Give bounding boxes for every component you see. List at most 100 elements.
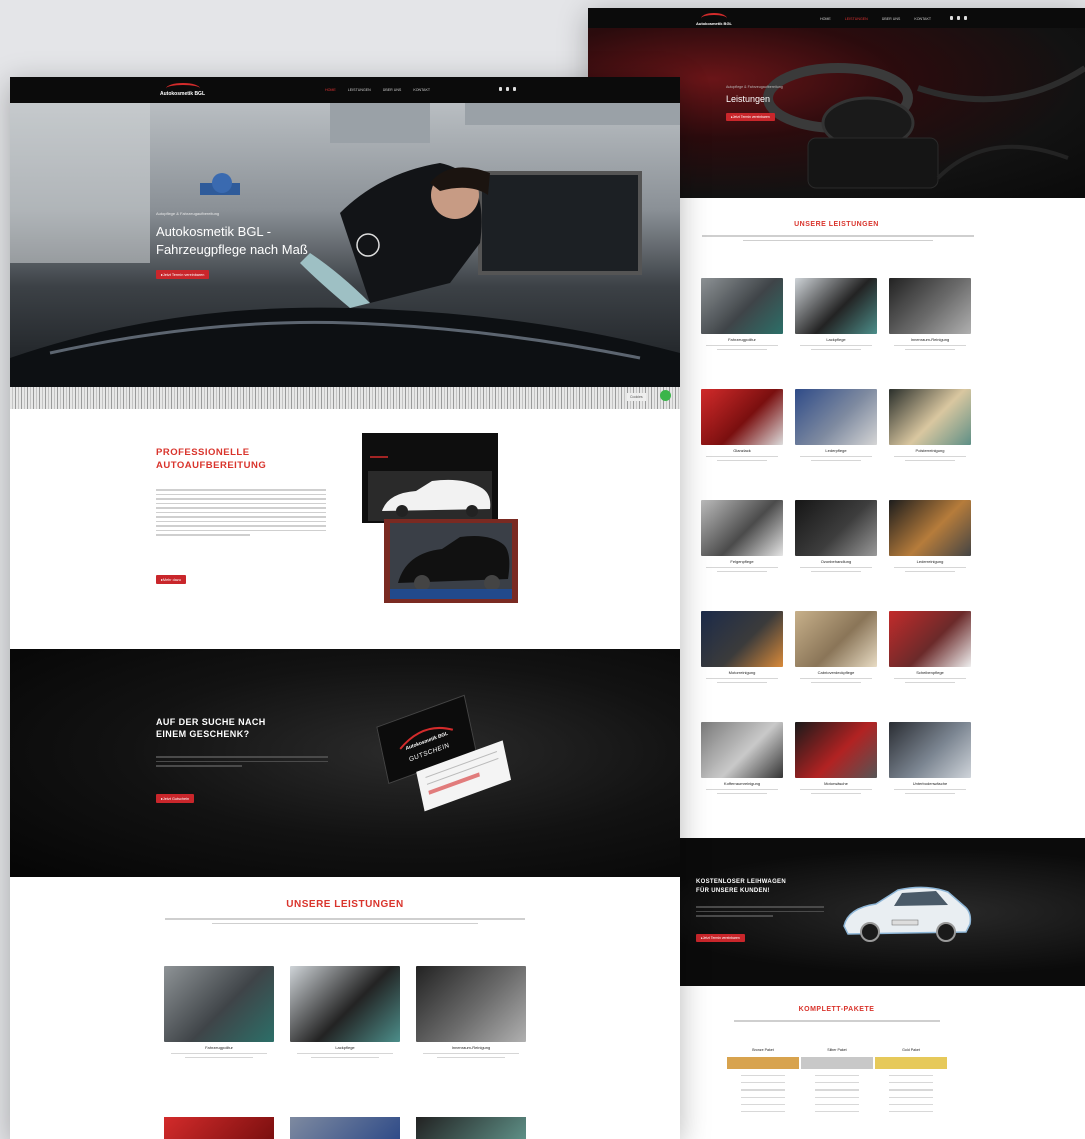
service-card[interactable]: Cabrioverdeckpflege (795, 611, 877, 683)
service-card-photo (701, 611, 783, 667)
front-logo[interactable]: Autokosmetik BGL (160, 83, 205, 97)
service-card[interactable]: Glanzlack (701, 389, 783, 461)
service-card-photo (701, 722, 783, 778)
back-logo[interactable]: Autokosmetik BGL (696, 13, 732, 26)
service-card[interactable]: Lederpflege (795, 389, 877, 461)
phone-icon[interactable] (513, 87, 516, 91)
hero-workshop-illustration (10, 103, 680, 409)
service-card-photo (889, 278, 971, 334)
loaner-button[interactable]: Jetzt Termin vereinbaren (696, 934, 745, 942)
front-nav-leistungen[interactable]: Leistungen (348, 88, 371, 92)
service-card-description (893, 789, 967, 794)
back-hero-title: Leistungen (726, 94, 771, 104)
service-card[interactable]: Motorreinigung (701, 611, 783, 683)
loaner-heading-line2: FÜR UNSERE KUNDEN! (696, 887, 770, 894)
service-card-title: Kofferraumreinigung (723, 781, 761, 786)
cookie-settings-button[interactable]: Cookies (627, 393, 646, 401)
gift-heading-line2: EINEM GESCHENK? (156, 729, 250, 740)
service-card[interactable]: Lederreinigung (889, 500, 971, 572)
instagram-icon[interactable] (957, 16, 960, 20)
service-card-photo (795, 278, 877, 334)
front-nav-kontakt[interactable]: Kontakt (413, 88, 430, 92)
package-bronze-bar (727, 1057, 799, 1069)
service-card[interactable]: Unterbodenwäsche (889, 722, 971, 794)
front-logo-text: Autokosmetik BGL (160, 91, 206, 97)
hero-title-line2: Fahrzeugpflege nach Maß (156, 241, 308, 257)
service-card-description (893, 345, 967, 350)
front-services-heading: UNSERE LEISTUNGEN (286, 899, 404, 910)
package-gold[interactable]: Gold Paket (875, 1046, 947, 1113)
whatsapp-icon[interactable] (660, 390, 671, 401)
service-card-photo (889, 389, 971, 445)
loaner-car-illustration (843, 886, 972, 942)
facebook-icon[interactable] (950, 16, 953, 20)
package-gold-name: Gold Paket (902, 1047, 920, 1052)
service-card-photo (889, 500, 971, 556)
gift-paragraph (156, 756, 328, 770)
back-nav-ueber-uns[interactable]: Über uns (882, 17, 901, 21)
service-card-photo (701, 389, 783, 445)
service-card-photo (416, 966, 526, 1042)
service-card[interactable]: Polsterreinigung (889, 389, 971, 461)
back-nav-home[interactable]: Home (820, 17, 831, 21)
service-card[interactable]: Motorwäsche (795, 722, 877, 794)
service-card-description (705, 567, 779, 572)
gift-button[interactable]: Jetzt Gutschein (156, 794, 195, 803)
intro-paragraph (156, 489, 326, 539)
service-card-title: Lederpflege (825, 448, 847, 453)
package-bronze[interactable]: Bronze Paket (727, 1046, 799, 1113)
service-card-description (705, 456, 779, 461)
front-services-section: UNSERE LEISTUNGEN Fahrzeugpolitur Lackpfl… (10, 877, 680, 1139)
service-card-description (799, 567, 873, 572)
service-card-title: Glanzlack (733, 448, 751, 453)
front-services-intro (165, 918, 525, 924)
loaner-heading: KOSTENLOSER LEIHWAGEN FÜR UNSERE KUNDEN! (696, 878, 786, 895)
service-card-title: Fahrzeugpolitur (728, 337, 756, 342)
back-nav-kontakt[interactable]: Kontakt (914, 17, 931, 21)
service-card[interactable]: Lackpflege (795, 278, 877, 350)
service-card[interactable]: Fahrzeugpolitur (701, 278, 783, 350)
loaner-text (696, 906, 824, 920)
service-card-title: Ozonbehandlung (820, 559, 852, 564)
service-card-photo (290, 966, 400, 1042)
service-card[interactable]: Fahrzeugpolitur (164, 966, 274, 1058)
front-social (499, 87, 516, 91)
home-page-mockup: Autokosmetik BGL Home Leistungen Über un… (10, 77, 680, 1139)
back-nav-leistungen[interactable]: Leistungen (845, 17, 868, 21)
service-card[interactable]: Ozonbehandlung (795, 500, 877, 572)
service-card-title: Motorwäsche (824, 781, 848, 786)
service-card-title: Motorreinigung (728, 670, 756, 675)
service-card-description (893, 567, 967, 572)
service-card-title: Scheibenpflege (916, 670, 944, 675)
service-card-description (893, 678, 967, 683)
service-card[interactable]: Innenraum-Reinigung (416, 966, 526, 1058)
package-silber[interactable]: Silber Paket (801, 1046, 873, 1113)
instagram-icon[interactable] (506, 87, 509, 91)
service-card-photo (164, 966, 274, 1042)
intro-more-button[interactable]: Mehr dazu (156, 575, 186, 584)
facebook-icon[interactable] (499, 87, 502, 91)
front-navbar: Autokosmetik BGL Home Leistungen Über un… (10, 77, 680, 103)
service-card-photo (889, 611, 971, 667)
service-card-photo (701, 278, 783, 334)
front-nav-ueber-uns[interactable]: Über uns (383, 88, 402, 92)
back-menu: Home Leistungen Über uns Kontakt (820, 17, 931, 21)
hero-cta-button[interactable]: Jetzt Termin vereinbaren (156, 270, 210, 279)
phone-icon[interactable] (964, 16, 967, 20)
intro-heading: PROFESSIONELLE AUTOAUFBEREITUNG (156, 446, 266, 473)
front-nav-home[interactable]: Home (325, 88, 336, 92)
front-hero: Autopflege & Fahrzeugaufbereitung Autoko… (10, 103, 680, 409)
back-hero-button[interactable]: Jetzt Termin vereinbaren (726, 113, 775, 121)
service-card[interactable]: Innenraum-Reinigung (889, 278, 971, 350)
service-card[interactable]: Lackpflege (290, 966, 400, 1058)
service-card[interactable]: Felgenpflege (701, 500, 783, 572)
service-card-description (893, 456, 967, 461)
service-card-title: Lackpflege (335, 1045, 355, 1050)
service-card[interactable]: Kofferraumreinigung (701, 722, 783, 794)
service-card-title: Innenraum-Reinigung (910, 337, 950, 342)
service-card[interactable]: Scheibenpflege (889, 611, 971, 683)
gift-heading-line1: AUF DER SUCHE NACH (156, 717, 266, 727)
service-card-description (799, 456, 873, 461)
loaner-heading-line1: KOSTENLOSER LEIHWAGEN (696, 879, 786, 885)
package-silber-name: Silber Paket (827, 1047, 847, 1052)
